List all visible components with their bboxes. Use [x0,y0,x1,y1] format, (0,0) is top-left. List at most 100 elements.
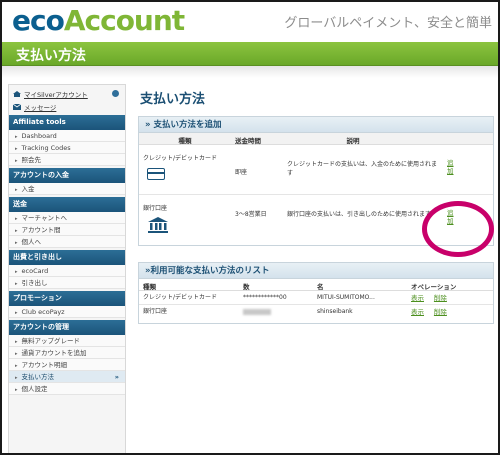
sidebar-item-label: アカウント明細 [21,361,68,369]
table-row: クレジット/デビットカード 即座 クレジットカードの支払いは、入金のために使用さ… [139,145,493,195]
sidebar-section-deposit: アカウントの入金 [9,168,125,183]
bullet-icon: ▸ [15,187,18,193]
bullet-icon: ▸ [15,387,18,393]
method-type: 銀行口座 [143,308,168,315]
sidebar-item-label: 通貨アカウントを追加 [21,349,87,357]
method-name: shinseibank [317,308,353,315]
bullet-icon: ▸ [15,240,18,246]
payment-type-cell: 銀行口座 [139,195,231,245]
bullet-icon: ▸ [15,310,18,316]
account-badge-icon [112,90,119,97]
sidebar-item-to-merchant[interactable]: ▸ マーチャントへ [9,212,125,224]
mail-icon [13,103,21,110]
sidebar-link-messages[interactable]: メッセージ [9,100,125,113]
sidebar-item-label: アカウント間 [21,226,61,234]
bullet-icon: ▸ [15,228,18,234]
sidebar-item-label: 支払い方法 [21,373,55,381]
method-number: ************00 [243,294,287,301]
blurred-number [243,309,271,315]
page-title-bar-text: 支払い方法 [16,48,86,64]
table-header: 種類 送金時間 説明 [139,133,493,145]
sidebar-item-label: マーチャントへ [21,214,67,222]
view-link[interactable]: 表示 [411,294,424,302]
method-number [239,305,313,319]
panel-heading: » 支払い方法を追加 [139,117,493,133]
sidebar-link-my-account[interactable]: マイSilverアカウント [9,87,125,100]
delete-link[interactable]: 削除 [434,308,447,316]
add-credit-card-link[interactable]: 追加 [447,159,455,175]
bullet-icon: ▸ [15,146,18,152]
chevron-right-icon: » [114,373,119,381]
credit-card-icon [147,168,165,180]
sidebar-section-affiliate-tools: Affiliate tools [9,115,125,130]
column-header-time: 送金時間 [235,137,261,145]
sidebar-item-tracking-codes[interactable]: ▸ Tracking Codes [9,142,125,154]
bullet-icon: ▸ [15,281,18,287]
sidebar-item-deposit[interactable]: ▸ 入金 [9,183,125,195]
payment-type-label: 銀行口座 [143,205,168,212]
bullet-icon: ▸ [15,216,18,222]
page-title-bar: 支払い方法 [2,42,498,66]
logo-eco-text: eco [12,4,65,37]
bullet-icon: ▸ [15,351,18,357]
sidebar-item-add-currency-account[interactable]: ▸ 通貨アカウントを追加 [9,347,125,359]
bullet-icon: ▸ [15,134,18,140]
sidebar-item-dashboard[interactable]: ▸ Dashboard [9,130,125,142]
sidebar-item-to-individual[interactable]: ▸ 個人へ [9,236,125,248]
column-header-number: 数 [243,283,250,291]
bullet-icon: ▸ [15,158,18,164]
bullet-icon: ▸ [15,375,18,381]
sidebar-item-free-upgrade[interactable]: ▸ 無料アップグレード [9,335,125,347]
bullet-icon: ▸ [15,339,18,345]
sidebar-link-label: マイSilverアカウント [24,90,88,99]
table-row: 銀行口座 shinseibank 表示 削除 [139,305,493,319]
sidebar-item-label: ecoCard [21,267,49,275]
sidebar-item-account-statement[interactable]: ▸ アカウント明細 [9,359,125,371]
sidebar-item-personal-settings[interactable]: ▸ 個人設定 [9,383,125,395]
operation-cell: 表示 削除 [407,305,487,319]
main-content: 支払い方法 » 支払い方法を追加 種類 送金時間 説明 クレジット/デビットカー… [138,80,496,453]
sidebar-section-spending-withdrawal: 出費と引き出し [9,250,125,265]
method-type: クレジット/デビットカード [143,294,218,301]
header: ecoAccount グローバルペイメント、安全と簡単 [2,2,498,42]
app-frame: ecoAccount グローバルペイメント、安全と簡単 支払い方法 マイSilv… [0,0,500,455]
table-header: 種類 数 名 オペレーション [139,279,493,291]
table-row: クレジット/デビットカード ************00 MITUI-SUMIT… [139,291,493,305]
sidebar-item-label: 個人へ [21,238,42,246]
sidebar: マイSilverアカウント メッセージ Affiliate tools ▸ Das… [8,84,126,453]
sidebar-item-club-ecopayz[interactable]: ▸ Club ecoPayz [9,306,125,318]
column-header-name: 名 [317,283,324,291]
sidebar-item-label: 入金 [21,185,35,193]
sidebar-item-label: Dashboard [21,132,57,140]
sidebar-item-ecocard[interactable]: ▸ ecoCard [9,265,125,277]
action-cell: 追加 [443,145,493,194]
transfer-time: 3～8営業日 [235,211,267,218]
bank-icon [148,217,168,233]
column-header-type: 種類 [143,283,156,291]
home-icon [13,90,21,97]
sidebar-item-label: 引き出し [21,279,48,287]
available-payment-methods-panel: »利用可能な支払い方法のリスト 種類 数 名 オペレーション クレジット/デビッ… [138,262,494,324]
sidebar-item-withdrawal[interactable]: ▸ 引き出し [9,277,125,289]
payment-type-cell: クレジット/デビットカード [139,145,231,194]
view-link[interactable]: 表示 [411,308,424,316]
tagline: グローバルペイメント、安全と簡単 [284,16,492,31]
column-header-description: 説明 [346,137,360,145]
method-name: MITUI-SUMITOMO... [317,294,375,301]
highlight-circle-annotation [422,201,494,257]
sidebar-item-label: 照会先 [21,156,42,164]
sidebar-item-label: Tracking Codes [21,144,71,152]
column-header-type: 種類 [178,137,192,145]
delete-link[interactable]: 削除 [434,294,447,302]
sidebar-item-between-accounts[interactable]: ▸ アカウント間 [9,224,125,236]
page-title: 支払い方法 [140,92,206,107]
ecoaccount-logo[interactable]: ecoAccount [12,4,185,38]
logo-account-text: Account [63,4,185,37]
sidebar-item-payment-methods[interactable]: ▸ 支払い方法 » [9,371,125,383]
sidebar-item-label: 無料アップグレード [21,337,81,345]
method-description: 銀行口座の支払いは、引き出しのために使用されます [287,211,432,218]
panel-heading: »利用可能な支払い方法のリスト [139,263,493,279]
sidebar-link-label: メッセージ [24,103,57,112]
sidebar-item-referrals[interactable]: ▸ 照会先 [9,154,125,166]
column-header-action [423,133,493,144]
